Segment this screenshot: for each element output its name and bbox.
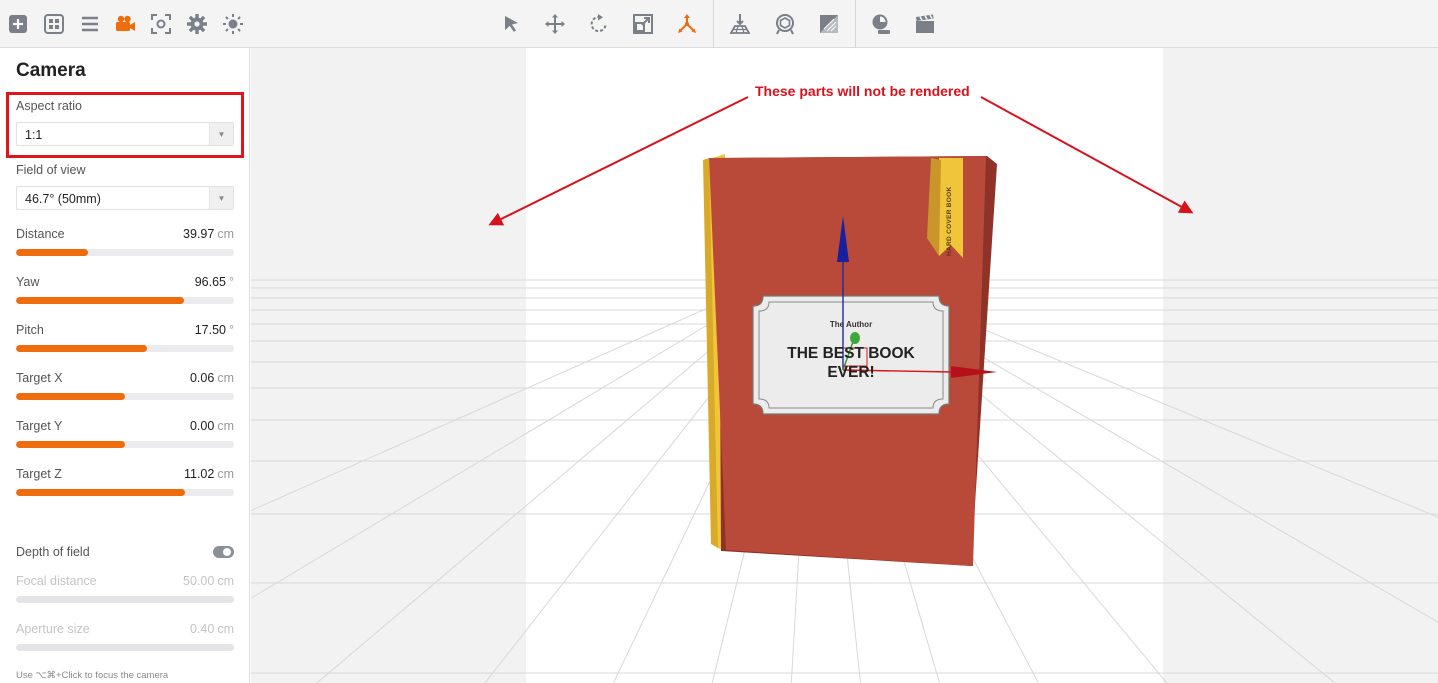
slider-focal-distance: Focal distance 50.00 cm <box>16 574 234 604</box>
timer-icon[interactable] <box>866 9 896 39</box>
slider-unit: cm <box>217 227 234 241</box>
slider-unit: cm <box>217 622 234 636</box>
rotate-icon[interactable] <box>584 9 614 39</box>
slider-unit: ° <box>229 275 234 289</box>
slider-label: Aperture size <box>16 622 90 636</box>
pivot-icon[interactable] <box>672 9 702 39</box>
slider-aperture-size: Aperture size 0.40 cm <box>16 622 234 652</box>
view-icon[interactable] <box>770 9 800 39</box>
toolbar-separator <box>855 0 856 48</box>
slider-track <box>16 644 234 651</box>
book-title-line1: THE BEST BOOK <box>787 345 915 362</box>
scale-icon[interactable] <box>628 9 658 39</box>
slider-value: 96.65 <box>194 275 226 289</box>
slider-unit: cm <box>217 371 234 385</box>
slider-label: Target Y <box>16 419 63 433</box>
slider-value-group: 96.65 ° <box>195 275 234 289</box>
slider-track <box>16 596 234 603</box>
add-icon[interactable] <box>3 9 33 39</box>
field-of-view-label: Field of view <box>16 163 86 177</box>
slider-yaw[interactable]: Yaw 96.65 ° <box>16 275 234 305</box>
field-of-view-select[interactable]: 46.7° (50mm) ▼ <box>16 186 234 210</box>
slider-target-x[interactable]: Target X 0.06 cm <box>16 371 234 401</box>
slider-value: 0.00 <box>189 419 215 433</box>
slider-value: 11.02 <box>183 467 215 481</box>
gear-icon[interactable] <box>182 9 212 39</box>
not-rendered-annotation: These parts will not be rendered <box>755 83 970 99</box>
book-author: The Author <box>829 320 873 329</box>
slider-value: 17.50 <box>194 323 226 337</box>
aspect-ratio-highlight-box <box>6 92 244 158</box>
focus-hint-text: Use ⌥⌘+Click to focus the camera <box>16 670 169 681</box>
slider-value-group: 39.97 cm <box>183 227 234 241</box>
slider-target-y[interactable]: Target Y 0.00 cm <box>16 419 234 449</box>
slider-pitch[interactable]: Pitch 17.50 ° <box>16 323 234 353</box>
field-of-view-value: 46.7° (50mm) <box>25 192 101 206</box>
slider-unit: cm <box>217 419 234 433</box>
slider-unit: cm <box>217 467 234 481</box>
focus-icon[interactable] <box>146 9 176 39</box>
slider-track[interactable] <box>16 249 234 256</box>
annotation-arrow-right <box>980 96 1194 214</box>
toolbar-separator <box>713 0 714 48</box>
depth-of-field-toggle[interactable] <box>213 546 234 558</box>
book-title-line2: EVER! <box>827 364 875 381</box>
slider-label: Yaw <box>16 275 40 289</box>
chevron-down-icon: ▼ <box>209 187 233 209</box>
ground-icon[interactable] <box>725 9 755 39</box>
slider-value: 50.00 <box>183 574 215 588</box>
light-icon[interactable] <box>218 9 248 39</box>
slider-track[interactable] <box>16 393 234 400</box>
slider-value-group: 0.40 cm <box>190 622 234 636</box>
slider-value-group: 50.00 cm <box>183 574 234 588</box>
move-icon[interactable] <box>540 9 570 39</box>
top-toolbar <box>0 0 1438 48</box>
slider-label: Target Z <box>16 467 62 481</box>
slider-value: 0.06 <box>189 371 215 385</box>
camera-icon[interactable] <box>110 9 140 39</box>
slider-label: Distance <box>16 227 65 241</box>
grid-icon[interactable] <box>39 9 69 39</box>
slider-target-z[interactable]: Target Z 11.02 cm <box>16 467 234 497</box>
slider-track[interactable] <box>16 345 234 352</box>
material-icon[interactable] <box>814 9 844 39</box>
slider-value: 39.97 <box>183 227 215 241</box>
slider-fill <box>16 489 185 496</box>
slider-value-group: 11.02 cm <box>184 467 234 481</box>
slider-track[interactable] <box>16 297 234 304</box>
depth-of-field-label: Depth of field <box>16 545 90 559</box>
slider-value-group: 0.00 cm <box>190 419 234 433</box>
slider-fill <box>16 297 184 304</box>
panel-title: Camera <box>16 60 86 81</box>
slider-track[interactable] <box>16 489 234 496</box>
slider-fill <box>16 441 125 448</box>
slider-value-group: 17.50 ° <box>195 323 234 337</box>
select-arrow-icon[interactable] <box>496 9 526 39</box>
toggle-knob <box>223 548 231 556</box>
slider-value-group: 0.06 cm <box>190 371 234 385</box>
slider-value: 0.40 <box>189 622 215 636</box>
camera-settings-panel: Camera Aspect ratio 1:1 ▼ Field of view … <box>0 48 250 683</box>
slider-label: Target X <box>16 371 63 385</box>
slider-distance[interactable]: Distance 39.97 cm <box>16 227 234 257</box>
slider-unit: ° <box>229 323 234 337</box>
clapper-icon[interactable] <box>910 9 940 39</box>
slider-fill <box>16 249 88 256</box>
slider-fill <box>16 393 125 400</box>
slider-label: Pitch <box>16 323 44 337</box>
menu-icon[interactable] <box>75 9 105 39</box>
slider-fill <box>16 345 147 352</box>
3d-viewport[interactable]: HARD COVER BOOK The Author THE BEST BOOK… <box>251 48 1438 683</box>
slider-unit: cm <box>217 574 234 588</box>
slider-track[interactable] <box>16 441 234 448</box>
slider-label: Focal distance <box>16 574 97 588</box>
book-ribbon-text: HARD COVER BOOK <box>946 186 953 256</box>
